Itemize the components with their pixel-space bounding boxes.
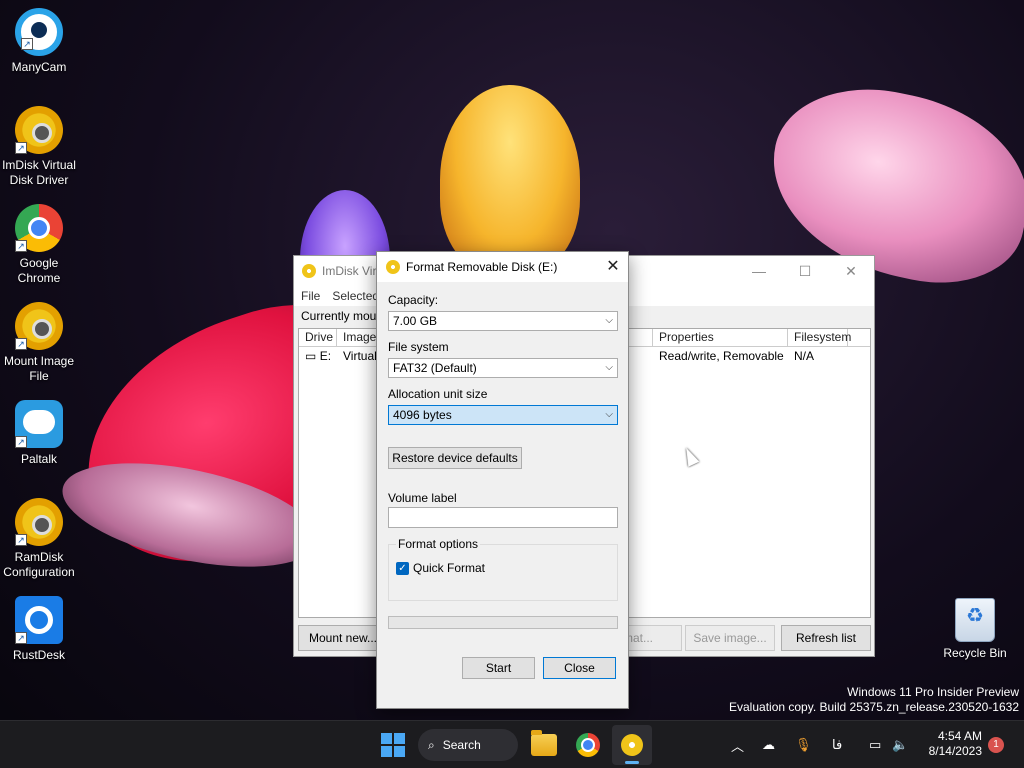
mount-new-button[interactable]: Mount new... [298,625,388,651]
chevron-down-icon: ⌵ [605,315,613,326]
desktop-icon-label: Paltalk [20,452,58,466]
rustdesk-icon: ↗ [15,596,63,644]
desktop-icon-label: RustDesk [12,648,65,662]
drive-icon: ▭ [305,349,317,363]
taskbar: ⌕ Search ︿ ☁ 🎙 فا ▭ 🔈 4:54 AM 8/14/2023 … [0,720,1024,768]
column-filesystem[interactable]: Filesystem [788,329,851,346]
ramdisk-icon: ↗ [15,498,63,546]
desktop-icon-label: Mount Image File [3,354,75,383]
desktop-icon-label: ImDisk Virtual Disk Driver [2,158,76,187]
checkmark-icon: ✓ [396,561,409,575]
format-dialog-title: Format Removable Disk (E:) [406,260,558,274]
mount-image-icon: ↗ [15,302,63,350]
start-button[interactable] [381,733,405,757]
capacity-label: Capacity: [388,293,439,307]
network-off-icon[interactable]: ☁ [762,721,775,768]
quick-format-checkbox[interactable]: ✓ Quick Format [396,561,485,575]
desktop-icon-label: Google Chrome [17,256,61,285]
desktop-icon-recycle-bin[interactable]: Recycle Bin [936,598,1014,661]
desktop-icon-imdisk[interactable]: ↗ ImDisk Virtual Disk Driver [0,106,78,188]
column-properties[interactable]: Properties [653,329,788,346]
chevron-down-icon: ⌵ [605,362,613,373]
cell-filesystem: N/A [794,349,815,363]
taskbar-search[interactable]: ⌕ Search [418,729,518,761]
refresh-list-button[interactable]: Refresh list [781,625,871,651]
imdisk-icon: ↗ [15,106,63,154]
display-icon[interactable]: ▭ [869,721,881,768]
taskbar-clock[interactable]: 4:54 AM 8/14/2023 [924,729,982,759]
close-icon[interactable]: ✕ [828,256,874,286]
recycle-bin-icon [955,598,995,642]
search-label: Search [442,738,481,752]
language-indicator[interactable]: فا [832,721,842,768]
save-image-button[interactable]: Save image... [685,625,775,651]
imdisk-app-icon [302,264,316,278]
start-button[interactable]: Start [462,657,535,679]
format-options-group: Format options ✓ Quick Format [388,537,618,601]
desktop-icon-paltalk[interactable]: ↗ Paltalk [0,400,78,467]
clock-date: 8/14/2023 [928,744,982,758]
active-indicator [625,761,639,764]
menu-file[interactable]: File [301,289,320,303]
desktop-icon-ramdisk[interactable]: ↗ RamDisk Configuration [0,498,78,580]
search-icon: ⌕ [428,737,435,752]
desktop-icon-label: RamDisk Configuration [3,550,75,579]
cell-properties: Read/write, Removable [659,349,784,363]
format-dialog-titlebar[interactable]: Format Removable Disk (E:) ✕ [377,252,628,282]
disk-icon [386,260,400,274]
tray-overflow-chevron-icon[interactable]: ︿ [731,721,744,768]
chrome-icon: ↗ [15,204,63,252]
desktop-icon-label: ManyCam [11,60,67,74]
format-progress-bar [388,616,618,629]
restore-defaults-button[interactable]: Restore device defaults [388,447,522,469]
volume-icon[interactable]: 🔈 [892,721,908,768]
desktop-icon-label: Recycle Bin [943,646,1007,660]
file-system-label: File system [388,340,449,354]
paltalk-icon: ↗ [15,400,63,448]
cell-drive: ▭ E: [305,349,332,363]
windows-logo-icon [381,733,392,744]
wallpaper-shape [440,85,580,275]
imdisk-icon [621,734,643,756]
desktop-icon-mount-image[interactable]: ↗ Mount Image File [0,302,78,384]
microphone-icon[interactable]: 🎙 [795,721,812,768]
allocation-unit-select[interactable]: 4096 bytes ⌵ [388,405,618,425]
capacity-select[interactable]: 7.00 GB ⌵ [388,311,618,331]
imdisk-title: ImDisk Vir [322,264,377,278]
clock-time: 4:54 AM [937,729,982,743]
maximize-icon[interactable]: ☐ [782,256,828,286]
column-drive[interactable]: Drive [299,329,337,346]
volume-label-label: Volume label [388,491,457,505]
notification-badge[interactable]: 1 [988,737,1004,753]
allocation-unit-label: Allocation unit size [388,387,488,401]
volume-label-input[interactable] [388,507,618,528]
format-options-label: Format options [396,537,481,551]
quick-format-label: Quick Format [413,561,486,575]
close-button[interactable]: Close [543,657,616,679]
watermark-line: Evaluation copy. Build 25375.zn_release.… [729,700,1019,714]
desktop-icon-rustdesk[interactable]: ↗ RustDesk [0,596,78,663]
imdisk-taskbar-button[interactable] [612,725,652,765]
format-dialog[interactable]: Format Removable Disk (E:) ✕ Capacity: 7… [376,251,629,709]
menu-selected[interactable]: Selected [332,289,379,303]
manycam-icon: ↗ [15,8,63,56]
close-icon[interactable]: ✕ [598,252,628,282]
chevron-down-icon: ⌵ [605,409,613,420]
windows-watermark: Windows 11 Pro Insider Preview Evaluatio… [729,685,1019,715]
desktop-icon-manycam[interactable]: ↗ ManyCam [0,8,78,75]
desktop-icon-chrome[interactable]: ↗ Google Chrome [0,204,78,286]
minimize-icon[interactable]: — [736,256,782,286]
chrome-taskbar-icon[interactable] [576,733,600,757]
watermark-line: Windows 11 Pro Insider Preview [847,685,1019,699]
file-explorer-icon[interactable] [531,730,557,756]
file-system-select[interactable]: FAT32 (Default) ⌵ [388,358,618,378]
